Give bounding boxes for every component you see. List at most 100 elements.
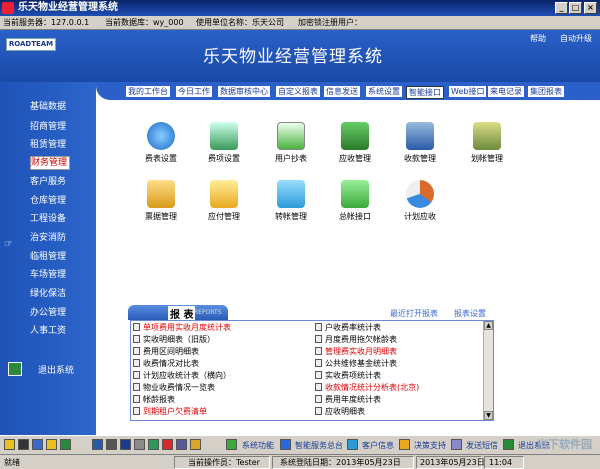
- ledger-icon: [341, 180, 369, 208]
- close-button[interactable]: ×: [584, 2, 597, 14]
- report-item[interactable]: 单项费用实收月度统计表: [133, 322, 231, 333]
- smart-service-icon[interactable]: [280, 439, 291, 450]
- sidebar-item-greening[interactable]: 绿化保洁: [30, 287, 92, 301]
- folder-icon[interactable]: [4, 439, 15, 450]
- nav-custom-report[interactable]: 自定义报表: [276, 86, 320, 97]
- report-item[interactable]: 月度费用拖欠帐龄表: [315, 334, 397, 345]
- sidebar-item-customer-service[interactable]: 客户服务: [30, 175, 92, 189]
- report-item[interactable]: 费用年度统计表: [315, 394, 381, 405]
- report-item[interactable]: 公共维修基金统计表: [315, 358, 397, 369]
- report-item[interactable]: 帐龄报表: [133, 394, 175, 405]
- sidebar-item-finance[interactable]: 财务管理: [30, 156, 70, 170]
- nav-call-records[interactable]: 来电记录: [488, 86, 524, 97]
- system-functions-icon[interactable]: [226, 439, 237, 450]
- payable-label: 应付管理: [208, 212, 240, 221]
- fee-item-settings-label: 费项设置: [208, 154, 240, 163]
- status-bar: 就绪 当前操作员：Tester 系统登陆日期：2013年05月23日 2013年…: [0, 454, 600, 469]
- system-functions-button[interactable]: 系统功能: [242, 440, 274, 451]
- ledger-interface[interactable]: 总帐接口: [325, 180, 385, 222]
- report-item[interactable]: 到期租户欠费清单: [133, 406, 207, 417]
- disk-icon[interactable]: [18, 439, 29, 450]
- nav-audit-center[interactable]: 数据审核中心: [218, 86, 270, 97]
- send-sms-button[interactable]: 发送短信: [466, 440, 498, 451]
- report-settings-link[interactable]: 报表设置: [454, 308, 486, 319]
- notepad-icon[interactable]: [176, 439, 187, 450]
- plan-receivable-label: 计划应收: [404, 212, 436, 221]
- sidebar-item-temp-lease[interactable]: 临租管理: [30, 250, 92, 264]
- transfer-icon: [473, 122, 501, 150]
- scroll-down-arrow-icon[interactable]: ▼: [484, 411, 493, 420]
- sidebar-item-security-fire[interactable]: 治安消防: [30, 231, 92, 245]
- report-item[interactable]: 管理费实收月明细表: [315, 346, 397, 357]
- sidebar-item-warehouse[interactable]: 仓库管理: [30, 194, 92, 208]
- transfer-management[interactable]: 划帐管理: [457, 122, 517, 164]
- report-item[interactable]: 收费情况对比表: [133, 358, 199, 369]
- nav-my-workbench[interactable]: 我的工作台: [126, 86, 170, 97]
- account-transfer[interactable]: 转帐管理: [261, 180, 321, 222]
- smart-service-button[interactable]: 智能服务总台: [295, 440, 343, 451]
- customer-info-icon[interactable]: [347, 439, 358, 450]
- module-sidebar: ☞ 基础数据 招商管理 租赁管理 财务管理 客户服务 仓库管理 工程设备 治安消…: [0, 82, 96, 450]
- fee-table-settings-label: 费表设置: [145, 154, 177, 163]
- system-title: 乐天物业经营管理系统: [203, 47, 383, 67]
- report-item[interactable]: 实收明细表（旧版）: [133, 334, 215, 345]
- report-item[interactable]: 实收费项统计表: [315, 370, 381, 381]
- mail-icon[interactable]: [190, 439, 201, 450]
- receivable-management[interactable]: 应收管理: [325, 122, 385, 164]
- nav-today-work[interactable]: 今日工作: [176, 86, 212, 97]
- report-scrollbar[interactable]: ▲ ▼: [483, 321, 493, 420]
- payable-management[interactable]: 应付管理: [194, 180, 254, 222]
- table-icon[interactable]: [148, 439, 159, 450]
- help-link[interactable]: 帮助: [530, 33, 546, 44]
- report-item[interactable]: 户收费率统计表: [315, 322, 381, 333]
- sidebar-item-hr-payroll[interactable]: 人事工资: [30, 324, 92, 338]
- print-icon[interactable]: [106, 439, 117, 450]
- chart-icon[interactable]: [162, 439, 173, 450]
- meter-reading[interactable]: 用户抄表: [261, 122, 321, 164]
- fee-item-settings[interactable]: 费项设置: [194, 122, 254, 164]
- database-icon[interactable]: [32, 439, 43, 450]
- maximize-button[interactable]: □: [569, 2, 582, 14]
- key-icon[interactable]: [46, 439, 57, 450]
- decision-support-icon[interactable]: [399, 439, 410, 450]
- plan-receivable[interactable]: 计划应收: [390, 180, 450, 222]
- report-item[interactable]: 费用区间明细表: [133, 346, 199, 357]
- calculator-icon[interactable]: [120, 439, 131, 450]
- send-sms-icon[interactable]: [451, 439, 462, 450]
- exit-door-icon[interactable]: [8, 362, 22, 376]
- app-icon[interactable]: [2, 2, 14, 14]
- gem-icon[interactable]: [60, 439, 71, 450]
- sidebar-item-office[interactable]: 办公管理: [30, 306, 92, 320]
- payment-label: 收款管理: [404, 154, 436, 163]
- sidebar-item-lease[interactable]: 租赁管理: [30, 138, 92, 152]
- scroll-up-arrow-icon[interactable]: ▲: [484, 321, 493, 330]
- report-item[interactable]: 计划应收统计表（横向）: [133, 370, 231, 381]
- nav-group-reports[interactable]: 集团报表: [528, 86, 564, 97]
- sidebar-item-parking[interactable]: 车场管理: [30, 268, 92, 282]
- minimize-button[interactable]: _: [555, 2, 568, 14]
- auto-upgrade-link[interactable]: 自动升级: [560, 33, 592, 44]
- nav-web-interface[interactable]: Web接口: [449, 86, 487, 97]
- pointing-hand-icon: ☞: [4, 239, 13, 250]
- nav-send-message[interactable]: 信息发送: [324, 86, 360, 97]
- report-item[interactable]: 收款情况统计分析表(北京): [315, 382, 419, 393]
- sidebar-item-investment[interactable]: 招商管理: [30, 120, 92, 134]
- nav-system-settings[interactable]: 系统设置: [366, 86, 402, 97]
- sidebar-item-basic-data[interactable]: 基础数据: [30, 100, 92, 114]
- watermark-logo: 当下软件园: [537, 438, 592, 451]
- payment-management[interactable]: 收款管理: [390, 122, 450, 164]
- nav-smart-interface[interactable]: 智能接口: [406, 86, 444, 99]
- sidebar-item-engineering[interactable]: 工程设备: [30, 212, 92, 226]
- lock-info: 加密锁注册用户：: [298, 18, 362, 27]
- report-item[interactable]: 物业收费情况一览表: [133, 382, 215, 393]
- sidebar-exit[interactable]: 退出系统: [38, 363, 74, 376]
- calendar-icon[interactable]: [134, 439, 145, 450]
- monitor-icon[interactable]: [92, 439, 103, 450]
- receipt-management[interactable]: 票据管理: [131, 180, 191, 222]
- recent-reports-link[interactable]: 最近打开报表: [390, 308, 438, 319]
- decision-support-button[interactable]: 决策支持: [414, 440, 446, 451]
- report-item[interactable]: 应收明细表: [315, 406, 365, 417]
- exit-icon[interactable]: [503, 439, 514, 450]
- fee-table-settings[interactable]: 费表设置: [131, 122, 191, 164]
- customer-info-button[interactable]: 客户信息: [362, 440, 394, 451]
